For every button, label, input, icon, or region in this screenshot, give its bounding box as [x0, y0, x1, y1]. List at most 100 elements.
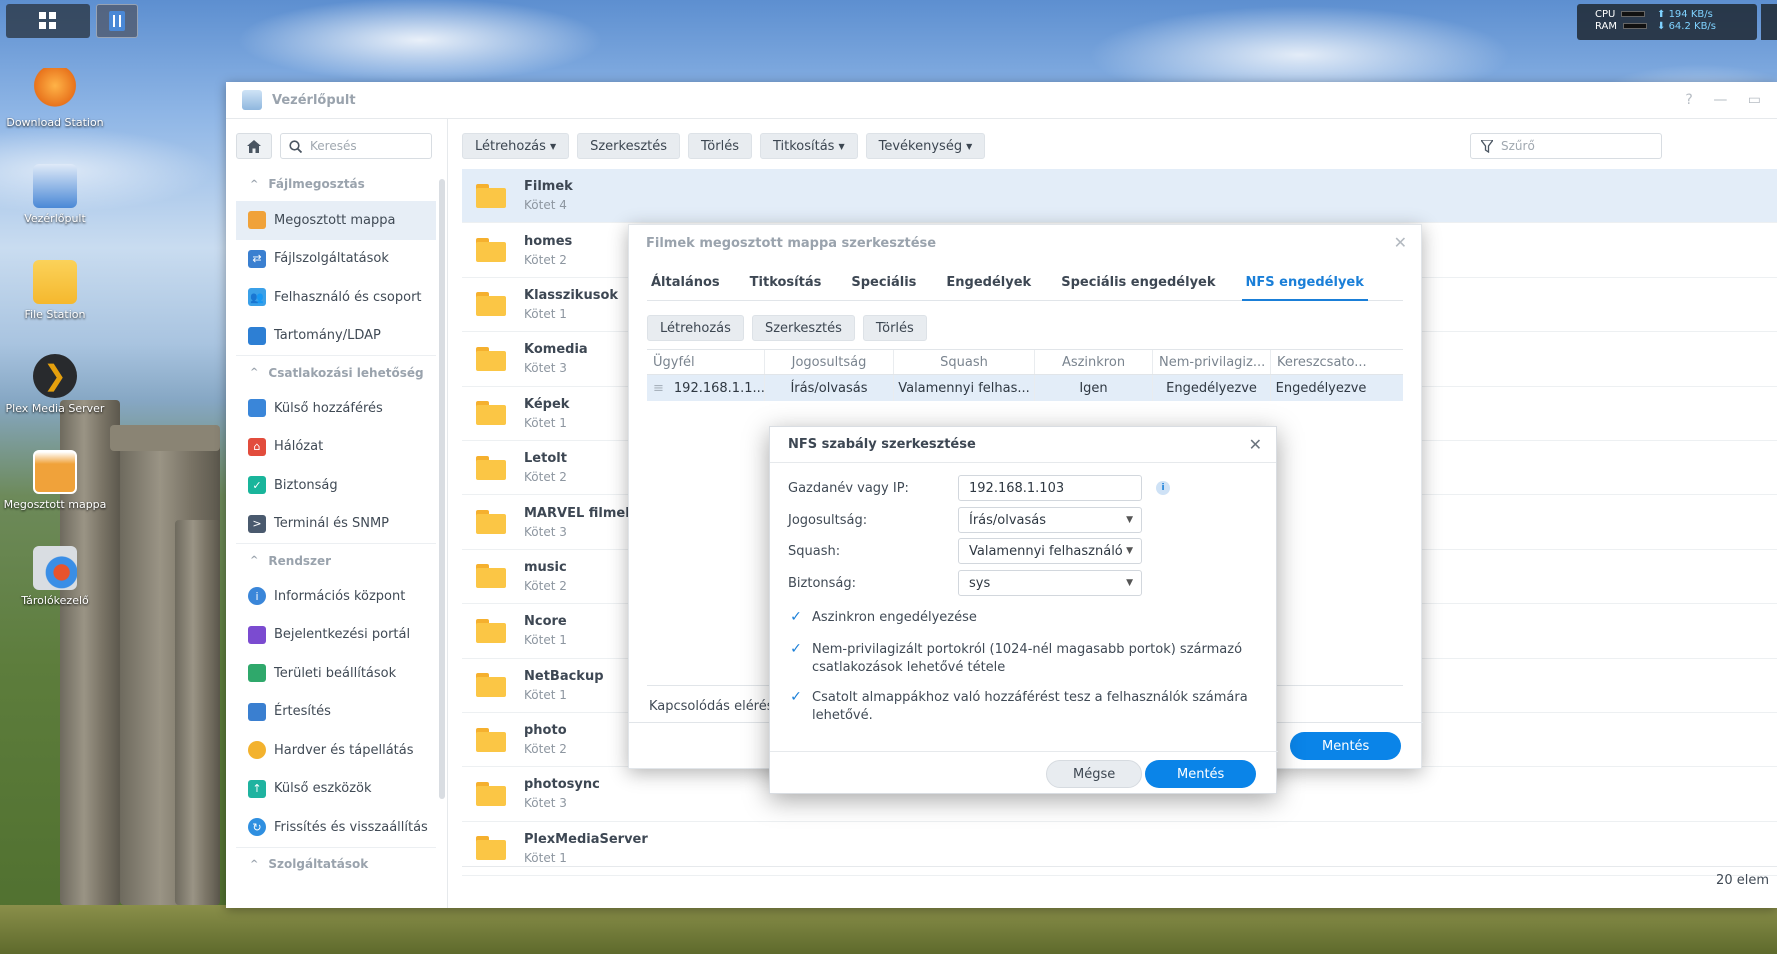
connection-access-text: Kapcsolódás elérés: [649, 699, 774, 714]
dialog-title[interactable]: NFS szabály szerkesztése: [770, 427, 1276, 463]
nonpriv-checkbox-row[interactable]: ✓ Nem-privilagizált portokról (1024-nél …: [788, 641, 1258, 677]
sidebar-item-label: Bejelentkezési portál: [274, 627, 411, 643]
sidebar-scrollbar[interactable]: [439, 179, 445, 799]
crossmnt-checkbox-row[interactable]: ✓ Csatolt almappákhoz való hozzáférést t…: [788, 689, 1258, 725]
tab-nfs-permissions[interactable]: NFS engedélyek: [1241, 275, 1368, 301]
sidebar-item-label: Megosztott mappa: [274, 212, 396, 228]
filter-input[interactable]: Szűrő: [1470, 133, 1662, 159]
taskbar: CPU ⬆ 194 KB/s RAM ⬇ 64.2 KB/s: [0, 0, 1777, 40]
folder-icon: [476, 455, 506, 480]
sidebar-item-security[interactable]: ✓ Biztonság: [236, 466, 436, 505]
select-value: sys: [969, 575, 991, 591]
drag-handle-icon[interactable]: ≡: [653, 381, 664, 396]
squash-label: Squash:: [788, 543, 841, 559]
folder-row[interactable]: Filmek Kötet 4: [462, 169, 1777, 224]
squash-select[interactable]: Valamennyi felhasználó ▼: [958, 538, 1142, 564]
nfs-delete-button[interactable]: Törlés: [862, 315, 927, 341]
nfs-edit-button[interactable]: Szerkesztés: [751, 315, 855, 341]
folder-name: music: [524, 559, 567, 575]
column-header[interactable]: Ügyfél: [647, 350, 765, 374]
tab-permissions[interactable]: Engedélyek: [942, 275, 1035, 301]
cancel-button[interactable]: Mégse: [1046, 760, 1143, 788]
column-header[interactable]: Nem-privilagiz...: [1153, 350, 1271, 374]
window-titlebar[interactable]: Vezérlőpult: [226, 82, 1777, 119]
nfs-create-button[interactable]: Létrehozás: [647, 315, 744, 341]
upload-rate: ⬆ 194 KB/s: [1657, 9, 1713, 20]
search-icon: [289, 139, 302, 153]
external-access-icon: [248, 399, 266, 418]
desktop-icon-label: Megosztott mappa: [3, 498, 107, 511]
host-input[interactable]: 192.168.1.103: [958, 475, 1142, 501]
sidebar-section-file-sharing[interactable]: ^ Fájlmegosztás: [236, 167, 436, 201]
save-button[interactable]: Mentés: [1145, 760, 1257, 788]
folder-icon: [476, 292, 506, 317]
close-icon[interactable]: ✕: [1249, 435, 1262, 454]
sidebar-item-user-group[interactable]: 👥 Felhasználó és csoport: [236, 278, 436, 317]
sidebar-section-services[interactable]: ^ Szolgáltatások: [236, 846, 436, 881]
cell-client: ≡ 192.168.1.1...: [647, 375, 765, 401]
maximize-icon[interactable]: ▭: [1748, 92, 1761, 108]
users-icon: 👥: [248, 288, 266, 307]
column-header[interactable]: Aszinkron: [1035, 350, 1153, 374]
info-icon[interactable]: i: [1156, 481, 1170, 495]
sidebar-item-label: Felhasználó és csoport: [274, 289, 422, 305]
checkbox-checked[interactable]: ✓: [788, 689, 804, 705]
desktop-icon-plex[interactable]: ❯ Plex Media Server: [0, 354, 110, 415]
help-icon[interactable]: ?: [1685, 92, 1692, 108]
column-header[interactable]: Kereszcsato...: [1271, 350, 1371, 374]
tab-encryption[interactable]: Titkosítás: [746, 275, 826, 301]
sidebar-item-external-devices[interactable]: ↑ Külső eszközök: [236, 770, 436, 809]
column-header[interactable]: Squash: [894, 350, 1035, 374]
taskbar-control-panel-button[interactable]: [96, 4, 138, 38]
sidebar-item-info-center[interactable]: i Információs központ: [236, 577, 436, 616]
async-checkbox-row[interactable]: ✓ Aszinkron engedélyezése: [788, 609, 1258, 627]
filter-icon: [1481, 139, 1493, 153]
sidebar-item-update-restore[interactable]: ↻ Frissítés és visszaállítás: [236, 808, 436, 847]
privilege-select[interactable]: Írás/olvasás ▼: [958, 507, 1142, 533]
section-title: Csatlakozási lehetőség: [268, 365, 424, 380]
security-select[interactable]: sys ▼: [958, 570, 1142, 596]
minimize-icon[interactable]: —: [1713, 92, 1727, 108]
desktop-icon-control-panel[interactable]: Vezérlőpult: [0, 164, 110, 225]
dialog-title[interactable]: Filmek megosztott mappa szerkesztése: [629, 225, 1421, 261]
table-row[interactable]: ≡ 192.168.1.1... Írás/olvasás Valamennyi …: [647, 375, 1403, 401]
home-button[interactable]: [236, 133, 272, 159]
edit-button[interactable]: Szerkesztés: [577, 133, 681, 159]
tab-advanced-permissions[interactable]: Speciális engedélyek: [1057, 275, 1219, 301]
desktop-icon-storage-manager[interactable]: Tárolókezelő: [0, 546, 110, 607]
checkbox-checked[interactable]: ✓: [788, 609, 804, 625]
chevron-up-icon: ^: [250, 178, 259, 190]
sidebar-item-external-access[interactable]: Külső hozzáférés: [236, 389, 436, 428]
sidebar-section-connectivity[interactable]: ^ Csatlakozási lehetőség: [236, 355, 436, 389]
sidebar-item-login-portal[interactable]: Bejelentkezési portál: [236, 616, 436, 655]
sidebar-item-shared-folder[interactable]: Megosztott mappa: [236, 201, 436, 240]
sidebar-section-system[interactable]: ^ Rendszer: [236, 543, 436, 577]
chat-icon[interactable]: [1761, 4, 1777, 40]
desktop-icon-file-station[interactable]: File Station: [0, 260, 110, 321]
sidebar-item-regional-options[interactable]: Területi beállítások: [236, 654, 436, 693]
sidebar-item-notification[interactable]: Értesítés: [236, 693, 436, 732]
desktop-icon-download-station[interactable]: Download Station: [0, 68, 110, 129]
close-icon[interactable]: ✕: [1394, 233, 1407, 252]
sidebar-item-terminal-snmp[interactable]: > Terminál és SNMP: [236, 505, 436, 544]
create-button[interactable]: Létrehozás ▼: [462, 133, 570, 159]
search-input[interactable]: Keresés: [280, 133, 432, 159]
sidebar-item-hardware-power[interactable]: Hardver és tápellátás: [236, 731, 436, 770]
save-button[interactable]: Mentés: [1290, 732, 1402, 760]
toolbar: Létrehozás ▼ Szerkesztés Törlés Titkosítá…: [462, 133, 986, 159]
action-button[interactable]: Tevékenység ▼: [865, 133, 986, 159]
sidebar-item-file-services[interactable]: ⇄ Fájlszolgáltatások: [236, 240, 436, 279]
desktop-icon-shared-folder[interactable]: Megosztott mappa: [0, 450, 110, 511]
control-panel-icon: [33, 164, 77, 208]
sidebar-item-network[interactable]: ⌂ Hálózat: [236, 428, 436, 467]
tab-general[interactable]: Általános: [647, 275, 724, 301]
checkbox-checked[interactable]: ✓: [788, 641, 804, 657]
resource-monitor[interactable]: CPU ⬆ 194 KB/s RAM ⬇ 64.2 KB/s: [1577, 4, 1757, 40]
encrypt-button[interactable]: Titkosítás ▼: [759, 133, 858, 159]
sidebar-item-domain-ldap[interactable]: Tartomány/LDAP: [236, 317, 436, 356]
desktop-icon-label: Plex Media Server: [5, 402, 105, 415]
column-header[interactable]: Jogosultság: [765, 350, 894, 374]
delete-button[interactable]: Törlés: [688, 133, 752, 159]
main-menu-button[interactable]: [6, 4, 90, 38]
tab-advanced[interactable]: Speciális: [847, 275, 920, 301]
